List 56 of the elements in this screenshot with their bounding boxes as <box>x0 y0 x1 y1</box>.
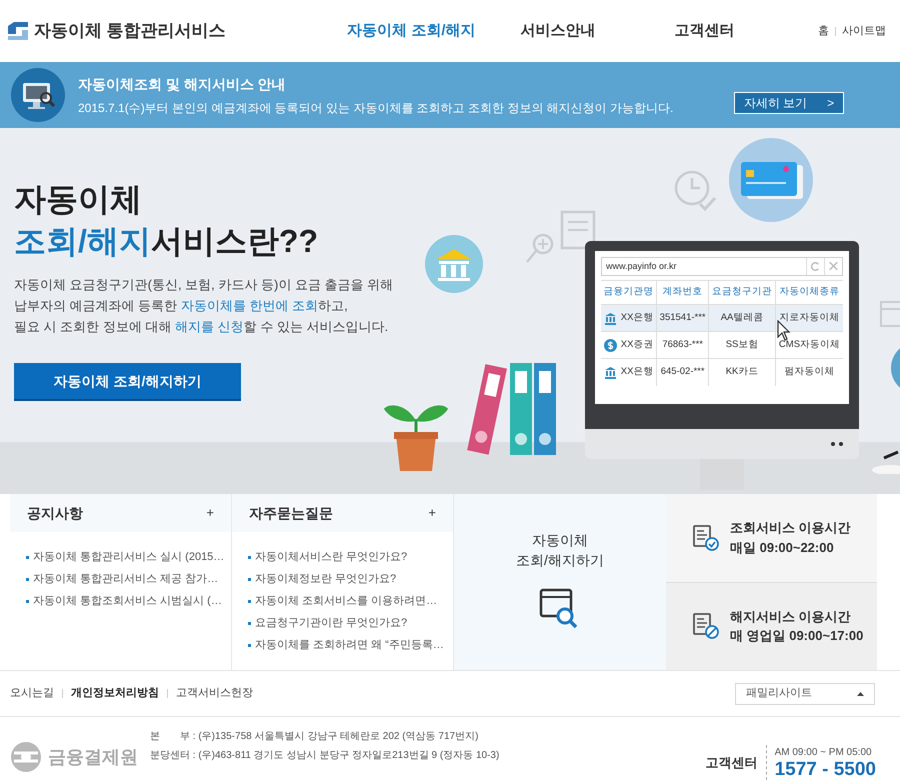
table-cell: XX증권 <box>601 332 657 358</box>
list-link[interactable]: 요금청구기관이란 무엇인가요? <box>255 614 408 633</box>
table-cell: SS보험 <box>708 332 776 358</box>
list-link[interactable]: 자동이체 조회서비스를 이용하려면… <box>255 592 438 611</box>
list-link[interactable]: 자동이체서비스란 무엇인가요? <box>255 548 408 567</box>
org-name: 금융결제원 <box>48 746 138 768</box>
table-cell: 351541-*** <box>656 304 709 332</box>
nav-tab[interactable]: 고객센터 <box>631 20 778 42</box>
more-button[interactable]: + <box>428 503 436 523</box>
hours-time: 매 영업일 09:00~17:00 <box>730 627 864 646</box>
inquiry-cancel-tile[interactable]: 자동이체 조회/해지하기 <box>454 494 666 670</box>
hours-title: 조회서비스 이용시간 <box>730 519 851 538</box>
more-button[interactable]: + <box>206 503 214 523</box>
table-cell: 지로자동이체 <box>775 304 843 332</box>
tile-text: 조회/해지하기 <box>516 551 604 570</box>
table-cell: CMS자동이체 <box>775 332 843 358</box>
inquiry-cancel-button[interactable]: 자동이체 조회/해지하기 <box>14 363 241 399</box>
footer-link[interactable]: 오시는길 <box>10 685 54 702</box>
hero-title-line: 조회/해지서비스란?? <box>14 222 319 261</box>
table-cell: 펌자동이체 <box>775 358 843 386</box>
table-cell: KK카드 <box>708 358 776 386</box>
util-link[interactable]: 사이트맵 <box>842 22 886 40</box>
nav-tab[interactable]: 서비스안내 <box>484 20 632 42</box>
table-cell: 645-02-*** <box>656 358 709 386</box>
tile-text: 자동이체 <box>532 531 588 550</box>
hours-title: 해지서비스 이용시간 <box>730 608 852 626</box>
footer-link[interactable]: 고객서비스헌장 <box>176 685 253 702</box>
site-logo-text[interactable]: 자동이체 통합관리서비스 <box>34 18 226 44</box>
banner-title: 자동이체조회 및 해지서비스 안내 <box>78 74 287 94</box>
center-hours: AM 09:00 ~ PM 05:00 <box>774 746 873 760</box>
hours-time: 매일 09:00~22:00 <box>730 538 835 557</box>
table-cell: 76863-*** <box>656 332 709 358</box>
hero-title-line: 자동이체 <box>14 180 143 219</box>
list-link[interactable]: 자동이체 통합관리서비스 제공 참가… <box>33 570 218 589</box>
url-text: www.payinfo or.kr <box>605 260 678 273</box>
footer-link[interactable]: 개인정보처리방침 <box>71 685 159 702</box>
list-link[interactable]: 자동이체 통합관리서비스 실시 (2015… <box>33 548 224 567</box>
table-cell: XX은행 <box>601 358 657 386</box>
list-link[interactable]: 자동이체정보란 무엇인가요? <box>255 570 396 589</box>
address-text: 본 부 : (우)135-758 서울특별시 강남구 테헤란로 202 (역삼동 717번지) <box>150 730 480 744</box>
list-link[interactable]: 자동이체 통합조회서비스 시범실시 (… <box>33 592 222 611</box>
center-phone: 1577 - 5500 <box>774 760 876 780</box>
banner-text: 2015.7.1(수)부터 본인의 예금계좌에 등록되어 있는 자동이체를 조회하고 조회한 정보의 해지신청이 가능합니다. <box>78 100 674 116</box>
panel-title: 자주묻는질문 <box>249 504 333 522</box>
table-cell: XX은행 <box>601 304 657 332</box>
util-link[interactable]: 홈 <box>818 22 829 40</box>
customer-center-label: 고객센터 <box>706 754 758 772</box>
family-site-dropdown[interactable]: 패밀리사이트 <box>735 682 875 704</box>
address-text: 분당센터 : (우)463-811 경기도 성남시 분당구 정자일로213번길 9 (정자동 10-3) <box>150 749 500 763</box>
column-header: 자동이체종류 <box>775 280 843 304</box>
list-link[interactable]: 자동이체를 조회하려면 왜 “주민등록… <box>255 636 444 655</box>
hero-description: 자동이체 요금청구기관(통신, 보험, 카드사 등)이 요금 출금을 위해 납부자의 예금계좌에 등록한 자동이체를 한번에 조회하고, 필요 시 조회한 정보에 대해 해지를 신청 할 수 있는 서비스입니다. <box>14 276 394 336</box>
panel-title: 공지사항 <box>27 504 83 522</box>
details-button[interactable]: 자세히 보기 > <box>734 92 844 114</box>
nav-tab[interactable]: 자동이체 조회/해지 <box>338 20 485 42</box>
table-cell: AA텔레콤 <box>708 304 776 332</box>
